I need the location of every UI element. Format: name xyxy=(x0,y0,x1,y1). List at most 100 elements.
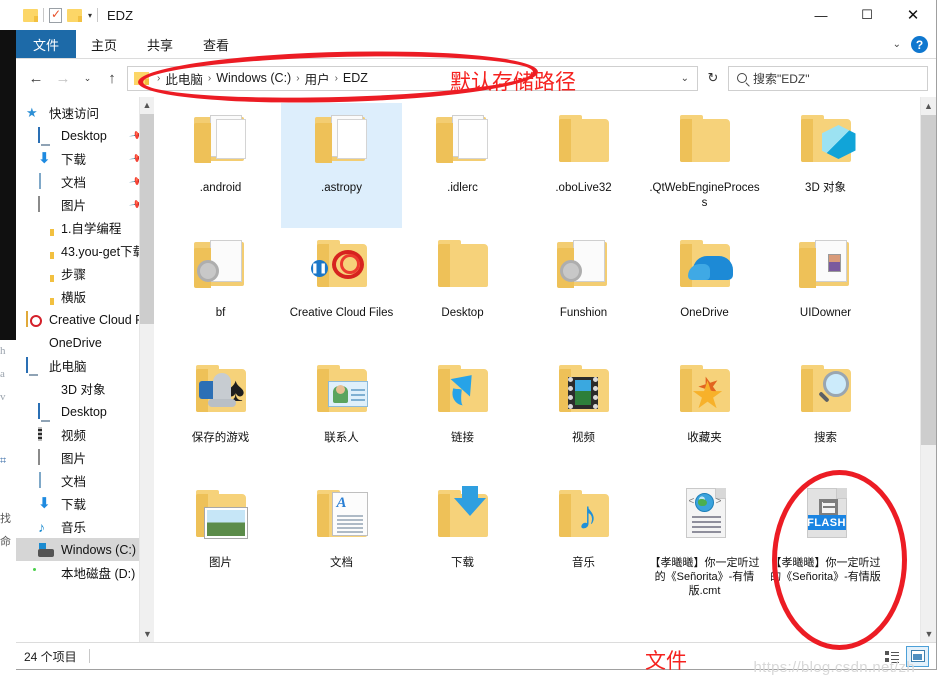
file-name-label: 收藏夹 xyxy=(687,432,722,444)
file-item-qtwebengineprocess[interactable]: .QtWebEngineProcess xyxy=(644,103,765,228)
breadcrumb-item-this-pc[interactable]: 此电脑 xyxy=(165,69,203,88)
breadcrumb-item-windows-c[interactable]: Windows (C:) xyxy=(216,71,291,85)
title-bar: ▾ EDZ — ☐ ✕ xyxy=(16,0,936,30)
sidebar-item-label: 视频 xyxy=(61,429,87,443)
sidebar-item-landscape[interactable]: 横版 xyxy=(16,285,154,308)
breadcrumb-dropdown-caret-icon[interactable]: ⌄ xyxy=(681,73,693,84)
help-icon[interactable]: ? xyxy=(911,36,928,53)
folder-open-papers-icon xyxy=(306,109,378,177)
sidebar-item-self-study[interactable]: 1.自学编程 xyxy=(16,216,154,239)
breadcrumb-item-users[interactable]: 用户 xyxy=(305,69,330,88)
scroll-down-arrow-icon[interactable]: ▼ xyxy=(140,626,154,642)
customize-caret-icon[interactable]: ▾ xyxy=(88,11,92,20)
folder-icon[interactable] xyxy=(23,8,38,22)
new-folder-icon[interactable] xyxy=(67,8,82,22)
file-name-label: 文档 xyxy=(330,557,353,569)
back-button[interactable]: ← xyxy=(24,65,48,91)
file-item-creative-cloud-files[interactable]: ❚❚ Creative Cloud Files xyxy=(281,228,402,353)
search-input[interactable]: 搜索"EDZ" xyxy=(728,65,928,91)
sidebar-item-onedrive[interactable]: OneDrive xyxy=(16,331,154,354)
folder-gear-icon xyxy=(185,234,257,302)
sidebar-item-local-disk-d[interactable]: 本地磁盘 (D:) xyxy=(16,561,154,584)
folder-icon xyxy=(38,220,55,236)
file-item-astropy[interactable]: .astropy xyxy=(281,103,402,228)
scroll-down-arrow-icon[interactable]: ▼ xyxy=(921,625,936,642)
file-item-onedrive[interactable]: OneDrive xyxy=(644,228,765,353)
chevron-down-icon[interactable]: ⌄ xyxy=(893,39,901,50)
sidebar-item-windows-c[interactable]: Windows (C:) xyxy=(16,538,154,561)
file-item-searches[interactable]: 搜索 xyxy=(765,353,886,478)
breadcrumb-item-edz[interactable]: EDZ xyxy=(343,71,368,85)
maximize-button[interactable]: ☐ xyxy=(844,0,890,30)
tab-share[interactable]: 共享 xyxy=(132,30,188,58)
file-item-senorita-flash[interactable]: FLASH 【孝曦曦】你一定听过的《Señorita》-有情版 xyxy=(765,478,886,603)
file-item-idlerc[interactable]: .idlerc xyxy=(402,103,523,228)
file-item-favorites[interactable]: ★ ★ 收藏夹 xyxy=(644,353,765,478)
folder-creative-cloud-icon: ❚❚ xyxy=(306,234,378,302)
file-item-desktop[interactable]: Desktop xyxy=(402,228,523,353)
file-name-label: bf xyxy=(215,307,226,319)
sidebar-item-quick-access[interactable]: ★ 快速访问 xyxy=(16,101,154,124)
folder-open-papers-icon xyxy=(185,109,257,177)
creative-cloud-icon xyxy=(26,310,43,328)
tab-view[interactable]: 查看 xyxy=(188,30,244,58)
file-name-label: 保存的游戏 xyxy=(191,432,250,444)
scroll-up-arrow-icon[interactable]: ▲ xyxy=(140,97,154,113)
sidebar-item-3d-objects[interactable]: 3D 对象 xyxy=(16,377,154,400)
scroll-up-arrow-icon[interactable]: ▲ xyxy=(921,97,936,114)
up-button[interactable]: ↑ xyxy=(100,65,124,91)
file-item-android[interactable]: .android xyxy=(160,103,281,228)
sidebar-item-documents[interactable]: 文档 📌 xyxy=(16,170,154,193)
file-item-bf[interactable]: bf xyxy=(160,228,281,353)
folder-open-papers-icon xyxy=(427,109,499,177)
file-item-downloads[interactable]: 下载 xyxy=(402,478,523,603)
sidebar-item-creative-cloud[interactable]: Creative Cloud F xyxy=(16,308,154,331)
file-item-obolive32[interactable]: .oboLive32 xyxy=(523,103,644,228)
scrollbar-thumb[interactable] xyxy=(921,115,936,445)
sidebar-item-downloads[interactable]: ⬇ 下载 📌 xyxy=(16,147,154,170)
file-item-music[interactable]: ♪ 音乐 xyxy=(523,478,644,603)
sidebar-item-this-pc[interactable]: 此电脑 xyxy=(16,354,154,377)
file-item-pictures[interactable]: 图片 xyxy=(160,478,281,603)
close-button[interactable]: ✕ xyxy=(890,0,936,30)
file-item-saved-games[interactable]: ♠ 保存的游戏 xyxy=(160,353,281,478)
picture-icon xyxy=(38,448,55,466)
minimize-button[interactable]: — xyxy=(798,0,844,30)
file-item-documents[interactable]: A 文档 xyxy=(281,478,402,603)
sidebar-item-videos[interactable]: 视频 xyxy=(16,423,154,446)
file-item-senorita-cmt[interactable]: < > 【孝曦曦】你一定听过的《Señorita》-有情版.cmt xyxy=(644,478,765,603)
status-bar: 24 个项目 xyxy=(16,642,936,669)
sidebar-item-steps[interactable]: 步骤 xyxy=(16,262,154,285)
large-icons-view-button[interactable] xyxy=(906,645,929,667)
search-placeholder: 搜索"EDZ" xyxy=(753,71,810,86)
file-item-contacts[interactable]: 联系人 xyxy=(281,353,402,478)
file-item-funshion[interactable]: Funshion xyxy=(523,228,644,353)
sidebar-item-pc-desktop[interactable]: Desktop xyxy=(16,400,154,423)
tab-home[interactable]: 主页 xyxy=(76,30,132,58)
sidebar-item-pc-documents[interactable]: 文档 xyxy=(16,469,154,492)
refresh-button[interactable]: ↻ xyxy=(701,66,725,91)
scrollbar-thumb[interactable] xyxy=(140,114,154,324)
properties-icon[interactable] xyxy=(49,7,62,23)
sidebar-item-pc-downloads[interactable]: ⬇ 下载 xyxy=(16,492,154,515)
recent-locations-caret-icon[interactable]: ⌄ xyxy=(78,65,97,91)
file-item-videos[interactable]: 视频 xyxy=(523,353,644,478)
file-name-label: .astropy xyxy=(321,182,362,194)
flash-video-icon: FLASH xyxy=(790,484,862,552)
divider xyxy=(97,8,99,22)
sidebar-item-pictures[interactable]: 图片 📌 xyxy=(16,193,154,216)
tab-file[interactable]: 文件 xyxy=(16,30,77,58)
file-name-label: 搜索 xyxy=(814,432,837,444)
sidebar-item-youget-download[interactable]: 43.you-get下载 xyxy=(16,239,154,262)
file-item-uidowner[interactable]: UIDowner xyxy=(765,228,886,353)
details-view-button[interactable] xyxy=(880,646,903,667)
sidebar-item-music[interactable]: ♪ 音乐 xyxy=(16,515,154,538)
forward-button[interactable]: → xyxy=(51,65,75,91)
content-scrollbar[interactable]: ▲ ▼ xyxy=(920,97,936,642)
breadcrumb[interactable]: › 此电脑 › Windows (C:) › 用户 › EDZ ⌄ xyxy=(127,65,698,91)
file-item-links[interactable]: 链接 xyxy=(402,353,523,478)
file-item-3d-objects[interactable]: 3D 对象 xyxy=(765,103,886,228)
sidebar-item-desktop[interactable]: Desktop 📌 xyxy=(16,124,154,147)
sidebar-item-pc-pictures[interactable]: 图片 xyxy=(16,446,154,469)
navigation-scrollbar[interactable]: ▲ ▼ xyxy=(139,97,154,642)
